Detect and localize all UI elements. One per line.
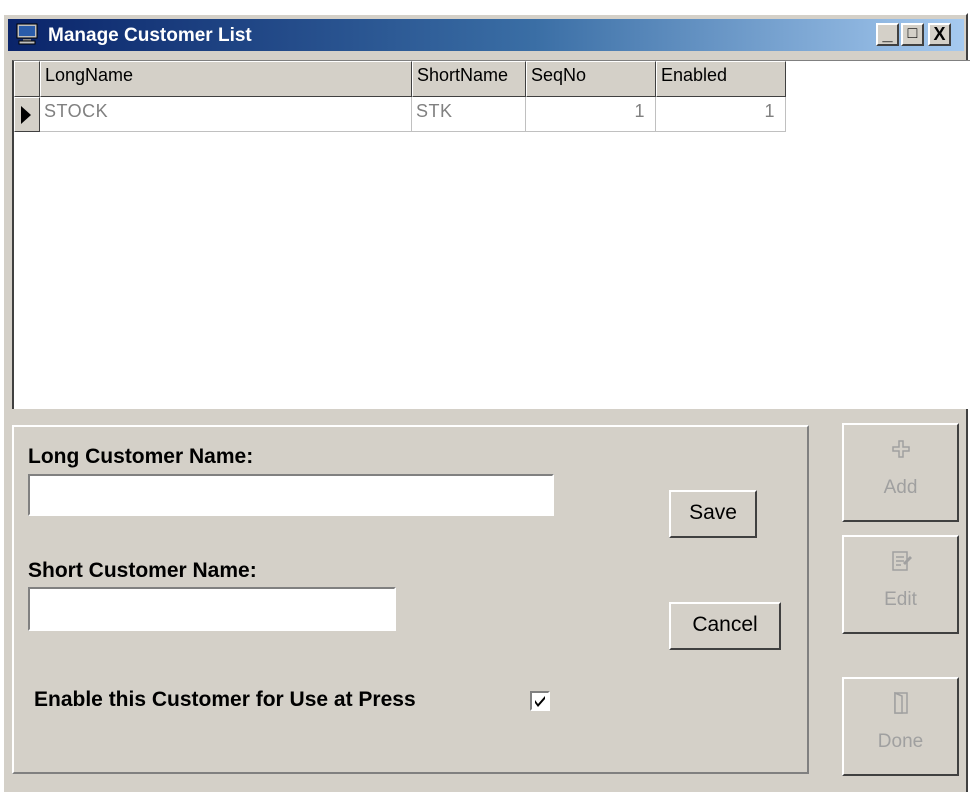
enable-customer-label: Enable this Customer for Use at Press — [34, 688, 416, 711]
add-button-label: Add — [883, 477, 918, 498]
current-row-arrow-icon — [21, 106, 31, 124]
checkmark-icon — [535, 696, 545, 707]
edit-button[interactable]: Edit — [842, 535, 959, 634]
done-button-label: Done — [877, 731, 924, 752]
edit-button-label: Edit — [884, 589, 917, 610]
row-indicator[interactable] — [14, 97, 40, 132]
long-name-label: Long Customer Name: — [28, 445, 254, 468]
column-header-longname[interactable]: LongName — [40, 61, 412, 97]
column-header-shortname[interactable]: ShortName — [412, 61, 526, 97]
cancel-button[interactable]: Cancel — [669, 602, 781, 650]
close-button[interactable]: X — [928, 23, 951, 46]
cell-seqno[interactable]: 1 — [526, 97, 656, 132]
long-name-input[interactable] — [28, 474, 554, 516]
save-button[interactable]: Save — [669, 490, 757, 538]
close-icon: X — [933, 24, 946, 44]
cell-longname[interactable]: STOCK — [40, 97, 412, 132]
minimize-icon: _ — [882, 24, 893, 44]
column-header-seqno[interactable]: SeqNo — [526, 61, 656, 97]
short-name-label: Short Customer Name: — [28, 559, 257, 582]
edit-document-icon — [844, 549, 957, 579]
customer-form-panel: Long Customer Name: Short Customer Name:… — [12, 425, 809, 774]
cell-enabled[interactable]: 1 — [656, 97, 786, 132]
grid-header-row: LongName ShortName SeqNo Enabled — [14, 61, 786, 97]
maximize-button[interactable]: □ — [901, 23, 924, 46]
grid-corner-cell — [14, 61, 40, 97]
short-name-input[interactable] — [28, 587, 396, 631]
customer-grid[interactable]: LongName ShortName SeqNo Enabled STOCK S… — [12, 60, 970, 409]
minimize-button[interactable]: _ — [876, 23, 899, 46]
app-computer-icon — [16, 23, 38, 45]
plus-icon — [844, 437, 957, 467]
enable-customer-checkbox[interactable] — [530, 691, 550, 711]
manage-customer-window: Manage Customer List _ □ X LongName Shor… — [2, 13, 970, 792]
title-bar[interactable]: Manage Customer List _ □ X — [8, 19, 964, 51]
cell-shortname[interactable]: STK — [412, 97, 526, 132]
add-button[interactable]: Add — [842, 423, 959, 522]
window-title: Manage Customer List — [48, 25, 252, 46]
column-header-enabled[interactable]: Enabled — [656, 61, 786, 97]
maximize-icon: □ — [907, 25, 918, 42]
door-icon — [844, 691, 957, 721]
done-button[interactable]: Done — [842, 677, 959, 776]
table-row[interactable]: STOCK STK 1 1 — [14, 97, 786, 132]
